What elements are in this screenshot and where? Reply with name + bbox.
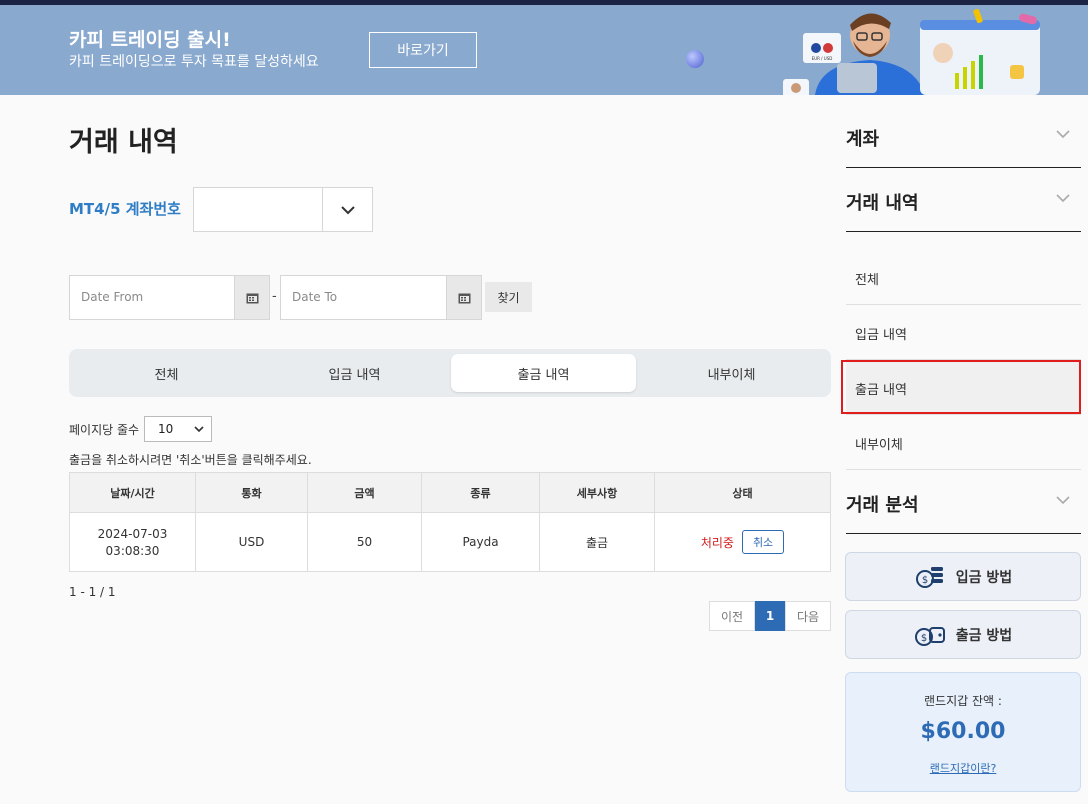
svg-text:$: $ [922, 575, 928, 586]
next-page-button[interactable]: 다음 [785, 601, 831, 631]
trader-illustration: EUR / USD [783, 8, 1040, 95]
date-separator: - [272, 289, 277, 304]
page-title: 거래 내역 [69, 127, 178, 158]
col-currency: 통화 [195, 472, 308, 513]
tab-deposits[interactable]: 입금 내역 [262, 354, 447, 392]
sidebar-item-label: 내부이체 [855, 438, 903, 453]
withdrawal-methods-label: 출금 방법 [955, 627, 1013, 644]
sidebar-section-label: 거래 분석 [846, 495, 919, 516]
cancel-withdrawal-button[interactable]: 취소 [741, 530, 785, 554]
search-button[interactable]: 찾기 [485, 282, 532, 312]
date-to-placeholder: Date To [292, 290, 338, 304]
cell-type: Payda [421, 512, 540, 572]
withdrawal-table: 날짜/시간 통화 금액 종류 세부사항 상태 2024-07-03 03:08:… [69, 472, 831, 572]
currency-badge-text: EUR / USD [812, 56, 833, 61]
status-badge: 처리중 [700, 535, 734, 550]
per-page-label: 페이지당 줄수 [69, 423, 140, 437]
sidebar-section-history[interactable]: 거래 내역 [846, 169, 1081, 232]
chevron-down-icon [1056, 496, 1070, 505]
col-amount: 금액 [307, 472, 422, 513]
date-to-input[interactable]: Date To [280, 275, 482, 320]
calendar-icon[interactable] [446, 276, 481, 319]
date-from-input[interactable]: Date From [69, 275, 270, 320]
chevron-down-icon [194, 426, 204, 433]
sidebar-section-account[interactable]: 계좌 [846, 105, 1081, 168]
sidebar-section-label: 거래 내역 [846, 193, 919, 214]
pagination: 이전 1 다음 [709, 601, 831, 631]
cell-datetime: 2024-07-03 03:08:30 [69, 512, 196, 572]
sidebar-section-label: 계좌 [846, 129, 880, 150]
coins-icon: $ [915, 566, 943, 588]
account-label: MT4/5 계좌번호 [69, 200, 181, 218]
withdrawal-methods-button[interactable]: $ 출금 방법 [845, 610, 1081, 659]
wallet-balance-card: 랜드지갑 잔액 : $60.00 랜드지갑이란? [845, 672, 1081, 792]
sidebar-item-internal-transfer[interactable]: 내부이체 [846, 415, 1081, 470]
banner-go-button[interactable]: 바로가기 [369, 32, 477, 68]
highlight-box [841, 360, 1081, 414]
wallet-amount: $60.00 [920, 719, 1006, 744]
col-detail: 세부사항 [539, 472, 655, 513]
sidebar-item-all[interactable]: 전체 [846, 250, 1081, 305]
wallet-label: 랜드지갑 잔액 : [924, 694, 1002, 708]
deposit-methods-label: 입금 방법 [955, 569, 1013, 586]
deposit-methods-button[interactable]: $ 입금 방법 [845, 552, 1081, 601]
sidebar-section-analysis[interactable]: 거래 분석 [846, 471, 1081, 534]
table-row: 2024-07-03 03:08:30 USD 50 Payda 출금 처리중 … [69, 512, 831, 572]
sidebar-item-deposits[interactable]: 입금 내역 [846, 305, 1081, 360]
account-select[interactable] [193, 187, 373, 232]
results-range: 1 - 1 / 1 [69, 585, 116, 599]
page-1-button[interactable]: 1 [755, 601, 785, 631]
sidebar-item-label: 전체 [855, 273, 879, 288]
chevron-down-icon[interactable] [322, 188, 372, 231]
promo-banner: 카피 트레이딩 출시! 카피 트레이딩으로 투자 목표를 달성하세요 바로가기 … [0, 5, 1088, 95]
tab-withdrawals[interactable]: 출금 내역 [451, 354, 636, 392]
chevron-down-icon [1056, 194, 1070, 203]
col-type: 종류 [421, 472, 540, 513]
tab-all[interactable]: 전체 [74, 354, 259, 392]
calendar-icon[interactable] [234, 276, 269, 319]
cell-currency: USD [195, 512, 308, 572]
sidebar-item-label: 입금 내역 [855, 328, 907, 343]
table-header-row: 날짜/시간 통화 금액 종류 세부사항 상태 [69, 472, 831, 513]
cell-status: 처리중 취소 [654, 512, 831, 572]
wallet-icon: $ [914, 626, 945, 646]
col-datetime: 날짜/시간 [69, 472, 196, 513]
svg-text:$: $ [921, 633, 927, 644]
date-from-placeholder: Date From [81, 290, 144, 304]
col-status: 상태 [654, 472, 831, 513]
wallet-info-link[interactable]: 랜드지갑이란? [846, 760, 1080, 776]
decorative-ball-icon [686, 50, 704, 68]
banner-subtitle: 카피 트레이딩으로 투자 목표를 달성하세요 [69, 54, 319, 70]
cell-date: 2024-07-03 [97, 526, 168, 541]
tab-internal-transfer[interactable]: 내부이체 [639, 354, 824, 392]
per-page-select[interactable]: 10 [144, 416, 212, 442]
chevron-down-icon [1056, 130, 1070, 139]
cell-amount: 50 [307, 512, 422, 572]
banner-title: 카피 트레이딩 출시! [69, 29, 231, 51]
cancel-instruction: 출금을 취소하시려면 '취소'버튼을 클릭해주세요. [69, 453, 312, 467]
per-page-value: 10 [158, 422, 174, 436]
cell-time: 03:08:30 [105, 543, 160, 558]
history-tabs: 전체 입금 내역 출금 내역 내부이체 [69, 349, 831, 397]
prev-page-button[interactable]: 이전 [709, 601, 755, 631]
cell-detail: 출금 [539, 512, 655, 572]
